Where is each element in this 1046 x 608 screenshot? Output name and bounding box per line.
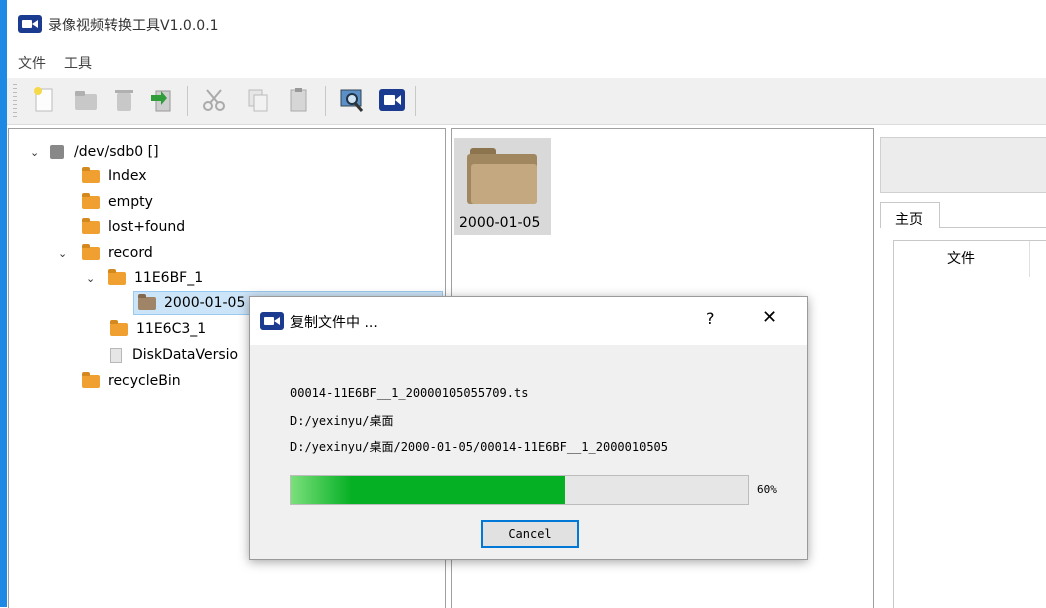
folder-icon xyxy=(82,166,100,183)
file-icon xyxy=(110,347,122,363)
tree-item-label: lost+found xyxy=(108,219,186,235)
copy-progress-dialog: 复制文件中 ... ? ✕ 00014-11E6BF__1_2000010505… xyxy=(249,296,808,560)
paste-icon[interactable] xyxy=(283,85,313,115)
drive-icon xyxy=(50,145,64,159)
tree-item-index[interactable]: Index xyxy=(82,164,147,188)
progress-bar xyxy=(290,475,749,505)
toolbar-separator xyxy=(187,86,188,116)
tree-item-label: /dev/sdb0 [] xyxy=(74,144,159,160)
file-table xyxy=(893,240,1046,608)
toolbar-separator xyxy=(325,86,326,116)
window-title: 录像视频转换工具V1.0.0.1 xyxy=(48,18,219,34)
tree-item-11e6bf[interactable]: ⌄ 11E6BF_1 xyxy=(86,266,203,290)
toolbar-grip[interactable] xyxy=(13,84,17,118)
search-icon[interactable] xyxy=(337,85,367,115)
app-camera-icon xyxy=(18,15,42,33)
folder-icon xyxy=(110,319,128,336)
tree-item-2000-01-05[interactable]: 2000-01-05 xyxy=(138,291,245,315)
tree-item-11e6c3[interactable]: 11E6C3_1 xyxy=(110,317,206,341)
folder-tile-label: 2000-01-05 xyxy=(459,215,541,231)
open-folder-icon[interactable] xyxy=(71,85,101,115)
column-header-file[interactable]: 文件 xyxy=(893,241,1030,277)
dialog-camera-icon xyxy=(260,312,284,330)
folder-icon xyxy=(138,293,156,310)
toolbar-separator xyxy=(415,86,416,116)
export-icon[interactable] xyxy=(147,85,177,115)
tree-item-label: 2000-01-05 xyxy=(164,295,246,311)
tree-item-root[interactable]: ⌄ /dev/sdb0 [] xyxy=(30,140,159,164)
tree-item-label: DiskDataVersio xyxy=(132,347,239,363)
chevron-down-icon[interactable]: ⌄ xyxy=(58,247,72,260)
tree-item-diskdataversion[interactable]: DiskDataVersio xyxy=(110,343,238,367)
tab-home[interactable]: 主页 xyxy=(880,202,940,228)
delete-icon[interactable] xyxy=(109,85,139,115)
window-accent-bar xyxy=(0,0,7,607)
folder-icon xyxy=(82,192,100,209)
destination-dir: D:/yexinyu/桌面 xyxy=(290,414,394,428)
tree-item-record[interactable]: ⌄ record xyxy=(58,241,153,265)
toolbar xyxy=(7,78,1046,125)
progress-percent: 60% xyxy=(757,483,777,496)
tree-item-recyclebin[interactable]: recycleBin xyxy=(82,369,181,393)
close-button[interactable]: ✕ xyxy=(762,307,777,328)
source-file-name: 00014-11E6BF__1_20000105055709.ts xyxy=(290,386,529,400)
folder-icon xyxy=(82,243,100,260)
folder-icon xyxy=(82,217,100,234)
folder-icon xyxy=(108,268,126,285)
cut-icon[interactable] xyxy=(199,85,229,115)
menu-tools[interactable]: 工具 xyxy=(64,53,92,73)
copy-icon[interactable] xyxy=(243,85,273,115)
menu-bar: 文件 工具 xyxy=(18,53,92,73)
tree-item-empty[interactable]: empty xyxy=(82,190,153,214)
tree-item-label: 11E6C3_1 xyxy=(136,321,207,337)
chevron-down-icon[interactable]: ⌄ xyxy=(86,272,100,285)
help-button[interactable]: ? xyxy=(706,309,715,328)
new-icon[interactable] xyxy=(29,85,59,115)
tree-item-label: empty xyxy=(108,194,153,210)
preview-header-area xyxy=(880,137,1046,193)
video-camera-icon[interactable] xyxy=(377,85,407,115)
tree-item-label: 11E6BF_1 xyxy=(134,270,204,286)
dialog-title: 复制文件中 ... xyxy=(290,315,378,331)
chevron-down-icon[interactable]: ⌄ xyxy=(30,146,44,159)
tree-item-lost-found[interactable]: lost+found xyxy=(82,215,185,239)
cancel-button[interactable]: Cancel xyxy=(481,520,579,548)
menu-file[interactable]: 文件 xyxy=(18,53,46,73)
tree-item-label: recycleBin xyxy=(108,373,181,389)
tree-item-label: Index xyxy=(108,168,147,184)
progress-bar-fill xyxy=(291,476,566,504)
large-folder-icon xyxy=(467,148,537,204)
destination-path: D:/yexinyu/桌面/2000-01-05/00014-11E6BF__1… xyxy=(290,440,669,454)
tree-item-label: record xyxy=(108,245,153,261)
folder-icon xyxy=(82,371,100,388)
